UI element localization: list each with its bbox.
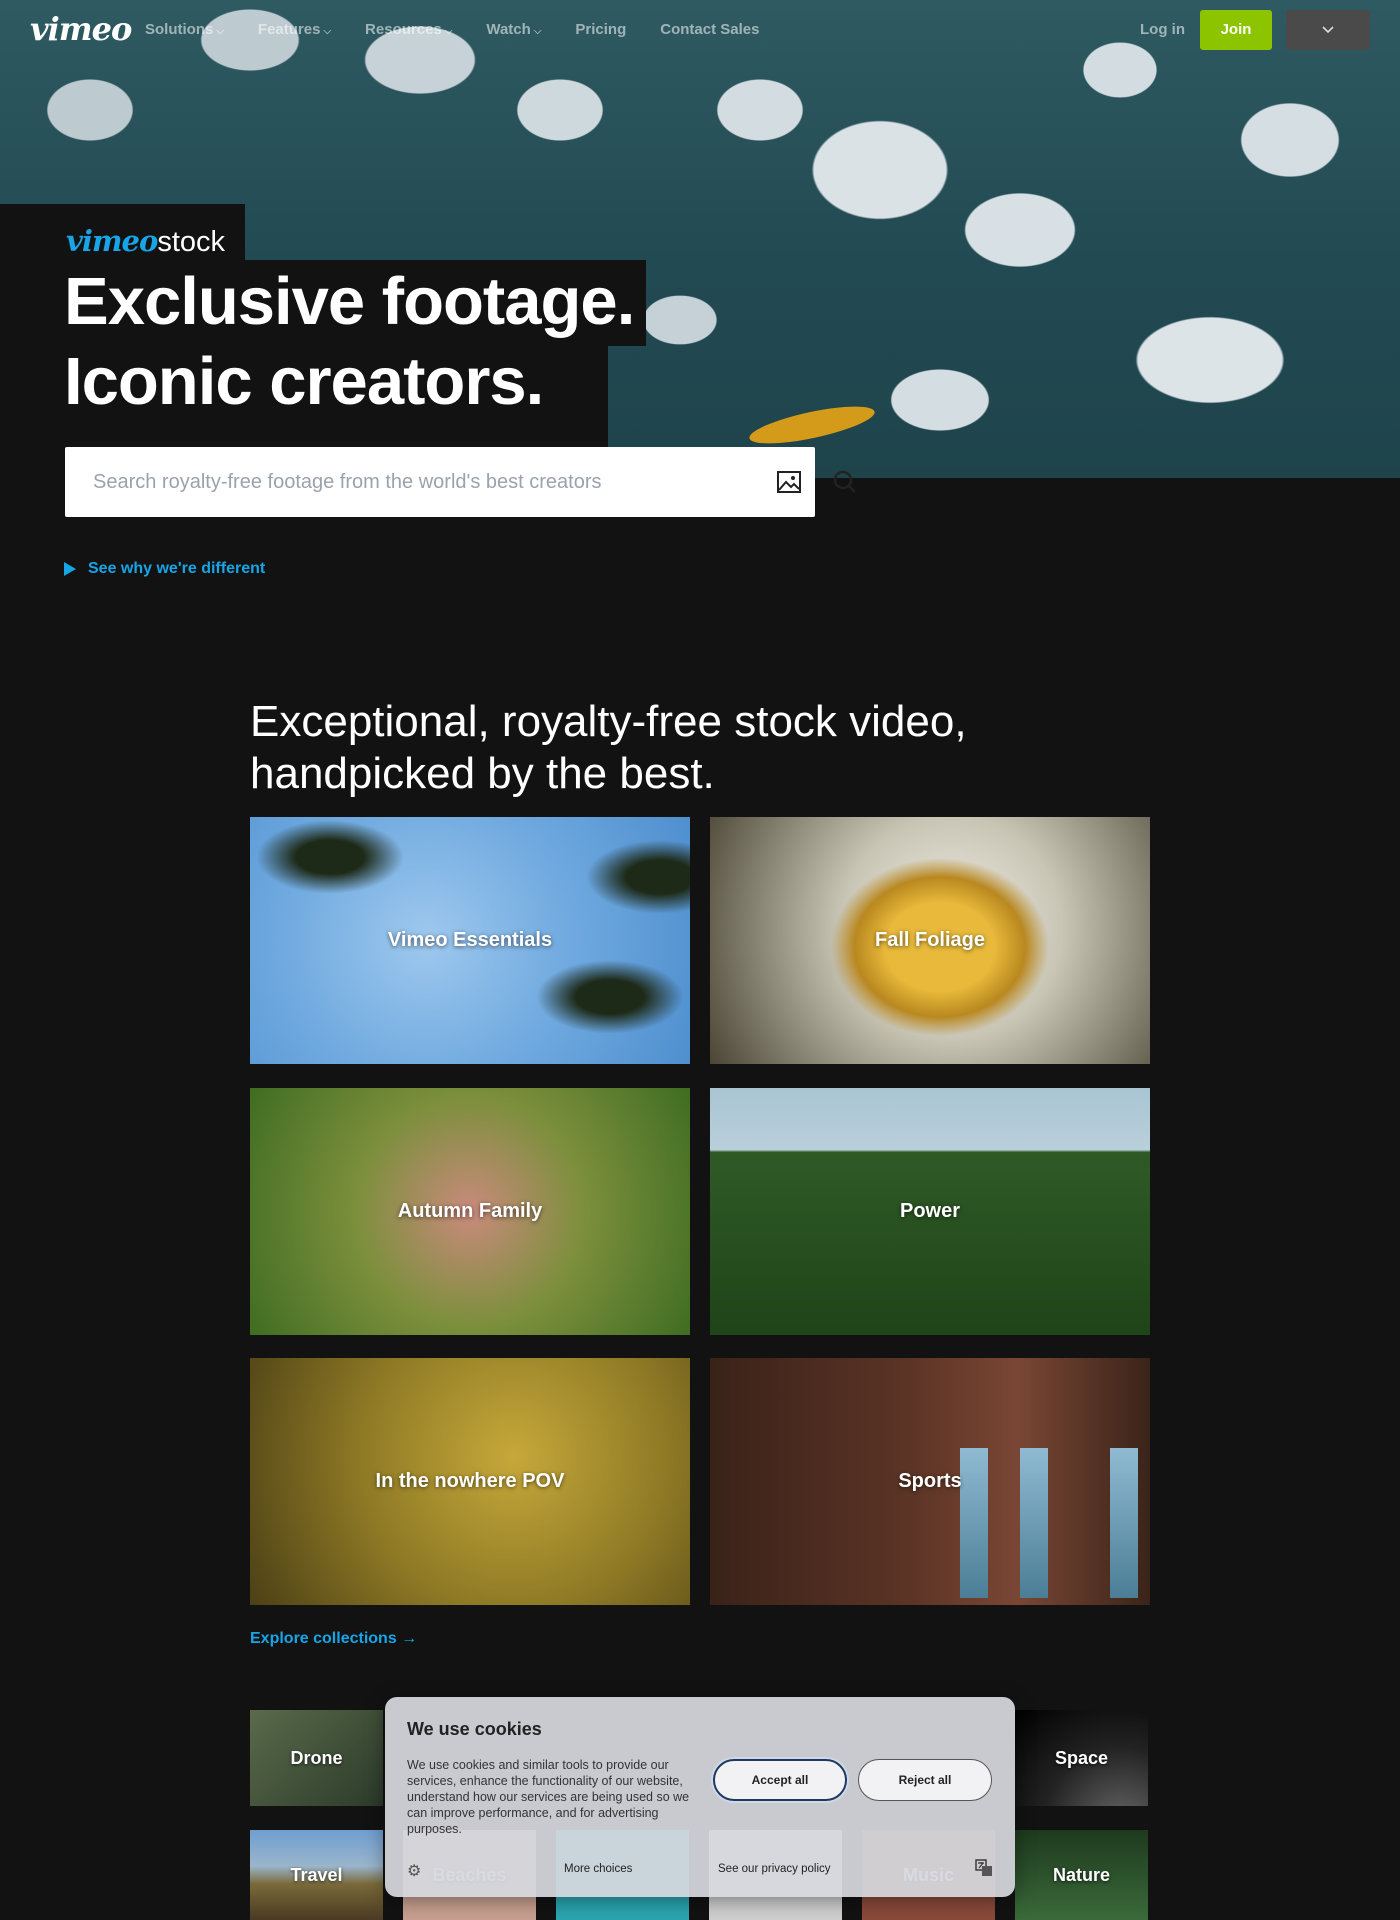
chevron-down-icon: ⌵: [444, 26, 453, 37]
category-tile-label: Nature: [1052, 1864, 1110, 1885]
collection-card-label: In the nowhere POV: [375, 1470, 565, 1492]
collection-card[interactable]: Sports: [710, 1358, 1150, 1605]
more-choices-link[interactable]: More choices: [564, 1863, 632, 1875]
category-tile[interactable]: Drone: [250, 1710, 383, 1806]
search-box: [65, 447, 856, 517]
collection-card[interactable]: In the nowhere POV: [250, 1358, 690, 1605]
translate-icon[interactable]: [975, 1859, 993, 1877]
collection-card-label: Fall Foliage: [874, 929, 986, 951]
category-tile[interactable]: Nature: [1015, 1830, 1148, 1920]
category-tile-label: Space: [1054, 1747, 1109, 1768]
collection-card-label: Power: [899, 1200, 961, 1222]
collection-card[interactable]: Autumn Family: [250, 1088, 690, 1335]
search-icon[interactable]: [832, 469, 858, 495]
join-button[interactable]: Join: [1200, 10, 1272, 50]
collection-card-label: Autumn Family: [397, 1200, 543, 1222]
collection-card[interactable]: Power: [710, 1088, 1150, 1335]
nav-watch[interactable]: Watch ⌵: [486, 21, 541, 38]
hero-title-line1: Exclusive footage.: [64, 264, 635, 339]
nav-features[interactable]: Features ⌵: [258, 21, 331, 38]
see-why-label: See why we're different: [88, 560, 266, 577]
collection-card-label: Sports: [898, 1470, 962, 1492]
accept-all-button[interactable]: Accept all: [713, 1759, 847, 1801]
account-dropdown-button[interactable]: [1286, 10, 1370, 50]
top-navbar: vimeo Solutions ⌵ Features ⌵ Resources ⌵ Wa…: [0, 0, 1400, 60]
image-search-icon[interactable]: [776, 469, 802, 495]
search-input[interactable]: [65, 447, 685, 517]
category-tile-label: Travel: [290, 1864, 343, 1885]
cookie-text: We use cookies and similar tools to prov…: [407, 1758, 690, 1836]
reject-all-button[interactable]: Reject all: [858, 1759, 992, 1801]
vimeo-stock-logo[interactable]: vimeostock: [66, 224, 225, 259]
collections-title-line2: handpicked by the best.: [250, 749, 715, 798]
nav-contact-sales[interactable]: Contact Sales: [660, 21, 759, 38]
chevron-down-icon: ⌵: [216, 26, 224, 37]
collections-title: Exceptional, royalty-free stock video, h…: [250, 696, 1050, 800]
collections-title-line1: Exceptional, royalty-free stock video,: [250, 697, 967, 746]
play-icon: [64, 562, 76, 576]
chevron-down-icon: ⌵: [533, 26, 542, 37]
category-tile-label: Drone: [290, 1747, 343, 1768]
nav-links: Solutions ⌵ Features ⌵ Resources ⌵ Watch ⌵ P…: [145, 21, 793, 38]
category-tile[interactable]: Space: [1015, 1710, 1148, 1806]
explore-collections-link[interactable]: Explore collections →: [250, 1630, 417, 1648]
cookie-title: We use cookies: [407, 1719, 542, 1739]
hero-title-line2: Iconic creators.: [64, 344, 544, 419]
nav-pricing[interactable]: Pricing: [575, 21, 626, 38]
chevron-down-icon: ⌵: [323, 26, 332, 37]
collection-card-label: Vimeo Essentials: [387, 929, 553, 951]
see-why-link[interactable]: See why we're different: [64, 560, 265, 578]
login-link[interactable]: Log in: [1140, 21, 1185, 38]
privacy-policy-link[interactable]: See our privacy policy: [718, 1863, 831, 1875]
nav-solutions[interactable]: Solutions ⌵: [145, 21, 224, 38]
chevron-down-icon: [1322, 26, 1334, 34]
collection-card[interactable]: Fall Foliage: [710, 817, 1150, 1064]
collection-card[interactable]: Vimeo Essentials: [250, 817, 690, 1064]
category-tile[interactable]: Travel: [250, 1830, 383, 1920]
gear-icon[interactable]: ⚙: [407, 1861, 421, 1881]
vimeo-logo[interactable]: vimeo: [30, 10, 132, 48]
cookie-banner: We use cookies We use cookies and simila…: [385, 1697, 1015, 1897]
hero-title: Exclusive footage. Iconic creators.: [64, 262, 635, 422]
nav-resources[interactable]: Resources ⌵: [365, 21, 452, 38]
